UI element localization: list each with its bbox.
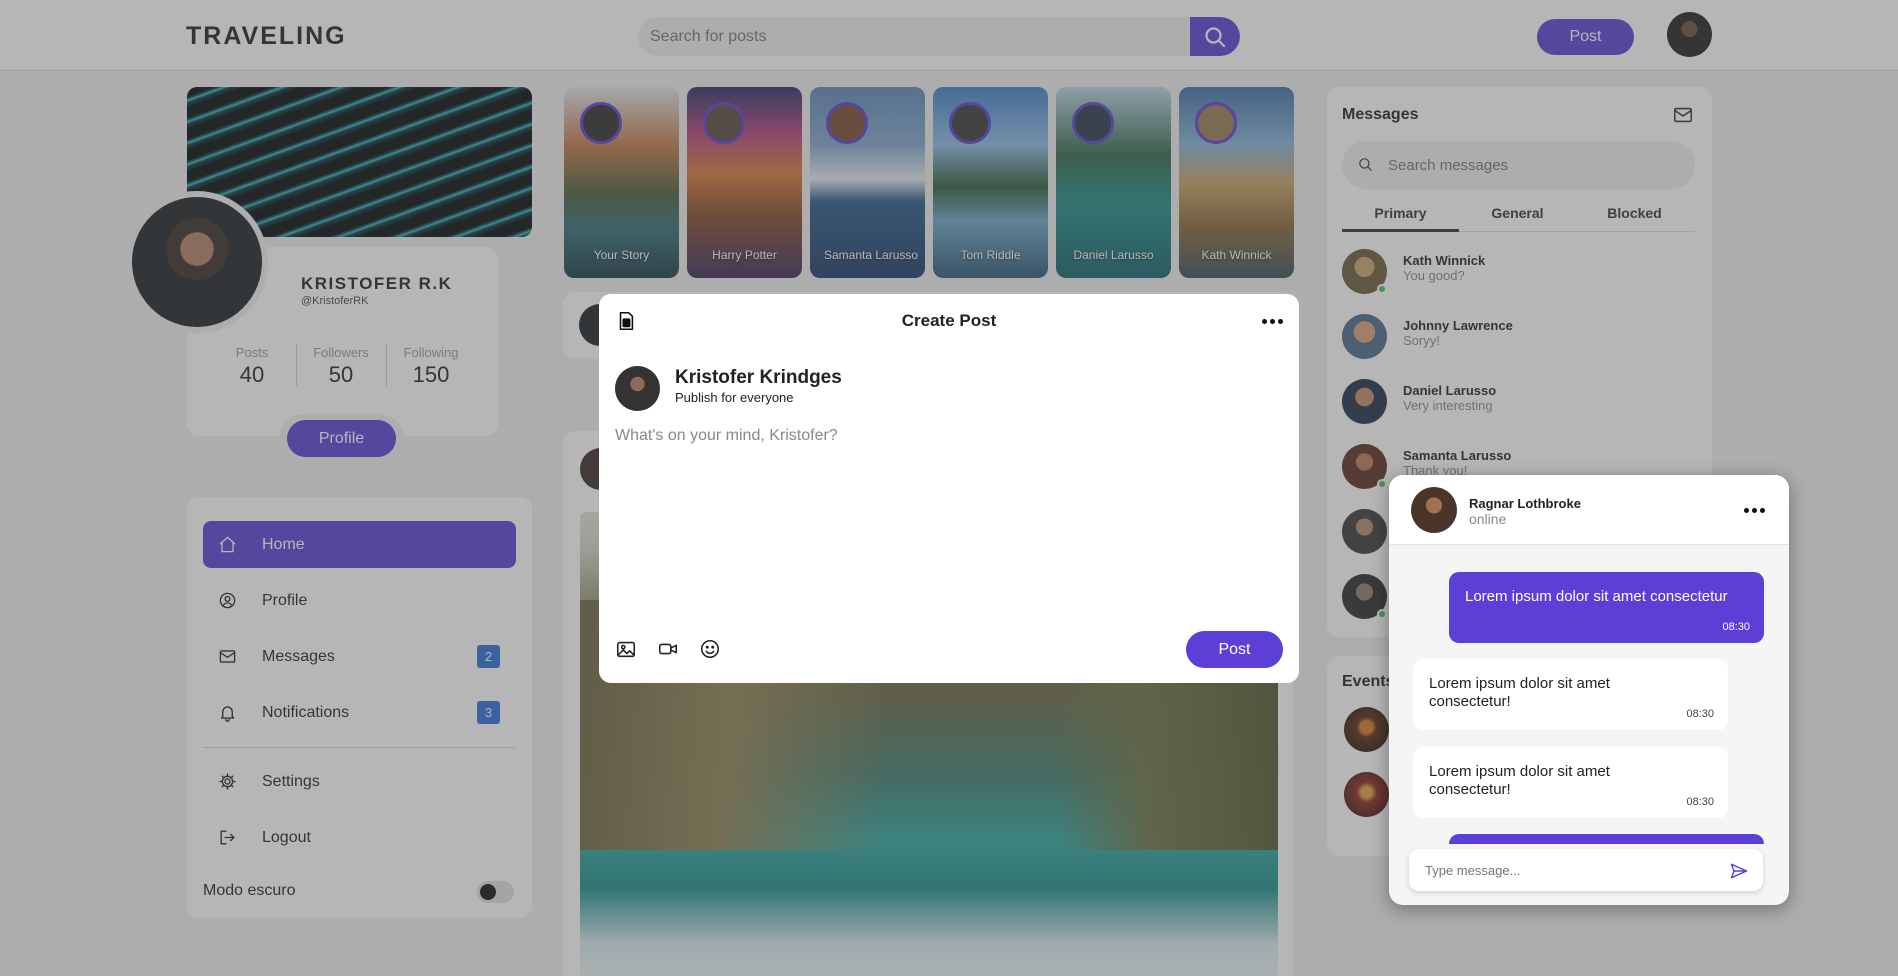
message-text: Lorem ipsum dolor sit amet consectetur! [1429,763,1610,798]
message-time: 08:30 [1722,621,1750,633]
chat-header: Ragnar Lothbroke online [1389,475,1789,545]
create-post-modal: Create Post Kristofer Krindges Publish f… [599,294,1299,683]
message-text: Lorem ipsum dolor sit amet consectetur! [1429,675,1610,710]
send-icon[interactable] [1729,861,1749,881]
post-textarea[interactable] [615,427,1283,587]
chat-options-icon[interactable] [1744,508,1765,513]
message-time: 08:30 [1686,708,1714,720]
video-icon[interactable] [657,638,679,660]
message-time: 08:30 [1686,796,1714,808]
message-bubble-incoming: Lorem ipsum dolor sit amet consectetur! … [1413,747,1728,818]
chat-avatar[interactable] [1411,487,1457,533]
emoji-icon[interactable] [699,638,721,660]
image-icon[interactable] [615,638,637,660]
chat-contact-name: Ragnar Lothbroke [1469,496,1581,511]
message-bubble-outgoing: Lorem ipsum dolor sit amet consectetur 0… [1449,572,1764,643]
more-options-icon[interactable] [1262,319,1283,324]
submit-post-button[interactable]: Post [1186,631,1283,668]
author-name: Kristofer Krindges [675,367,842,388]
chat-message-input[interactable] [1425,849,1715,891]
message-text: Lorem ipsum dolor sit amet consectetur [1465,588,1728,605]
chat-status: online [1469,511,1507,527]
author-avatar [615,366,660,411]
message-bubble-outgoing [1449,834,1764,844]
modal-title: Create Post [901,311,997,330]
audience-label[interactable]: Publish for everyone [675,390,794,405]
message-bubble-incoming: Lorem ipsum dolor sit amet consectetur! … [1413,659,1728,730]
chat-window: Ragnar Lothbroke online Lorem ipsum dolo… [1389,475,1789,905]
chat-input-box [1409,849,1763,891]
